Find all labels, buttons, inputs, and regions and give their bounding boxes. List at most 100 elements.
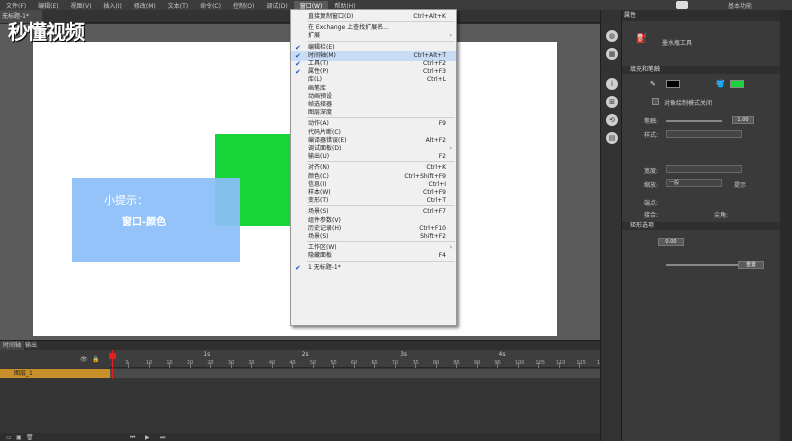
tip-title: 小提示： [104,194,148,207]
right-scroll-column[interactable] [780,10,792,441]
object-draw-icon[interactable] [652,98,659,105]
menu-separator [307,40,455,42]
delete-icon[interactable]: 🗑 [26,434,34,441]
layer-row[interactable]: 图层_1 [0,369,110,378]
scale-dropdown[interactable]: 一般 [666,179,722,187]
menu-item-4[interactable]: 修改(M) [128,1,162,10]
timeline-tabs: 时间轴 输出 [0,341,600,350]
tip-body: 窗口-颜色 [122,217,167,228]
lock-icon[interactable]: 🔒 [92,356,99,363]
ruler-second-label: 4s [498,351,506,358]
new-folder-icon[interactable]: ▣ [16,434,22,441]
ruler-frame-number: 35 [248,360,255,366]
playhead[interactable] [112,350,113,379]
menu-item-3[interactable]: 插入(I) [97,1,127,10]
menu-separator [307,117,455,119]
play-icon[interactable]: ▶ [145,434,150,441]
color-icon[interactable]: ◍ [606,30,618,42]
ruler-frame-number: 95 [494,360,501,366]
menu-separator [307,161,455,163]
tab-output[interactable]: 输出 [22,341,40,350]
menu-separator [307,241,455,243]
menu-item-8[interactable]: 调试(D) [260,1,293,10]
ruler-frame-number: 60 [350,360,358,366]
eye-icon[interactable]: 👁 [80,356,88,363]
corner-slider[interactable] [666,264,742,266]
timeline-layer-header: 👁 🔒 [0,350,110,368]
menu-item-0[interactable]: 文件(F) [0,1,32,10]
scale-label: 缩放: [644,182,659,189]
fill-color-swatch[interactable] [730,80,744,88]
properties-tabbar: 属性 [622,10,780,21]
timeline-ruler[interactable]: 5 10 15 20 25 30 35 40 45 50 55 60 65 70 75 80 85 90 95 100… [110,350,606,368]
ruler-frame-number: 30 [227,360,235,366]
history-icon[interactable]: ⟲ [606,114,618,126]
reset-button[interactable]: 重置 [738,261,764,269]
ruler-frame-number: 100 [514,360,525,366]
ruler-frame-number: 75 [412,360,419,366]
pencil-icon: ✎ [650,80,656,88]
properties-panel: 属性 ⛽ 墨水瓶工具 填充和笔触 ✎ 🪣 对象绘制模式关闭 笔触: 1.00 样… [622,10,780,441]
ruler-frame-number: 20 [186,360,194,366]
new-layer-icon[interactable]: ▭ [6,434,12,441]
fill-stroke-section-header[interactable]: 填充和笔触 [622,66,780,74]
ruler-frame-number: 55 [330,360,337,366]
style-label: 样式: [644,132,659,139]
menu-item-label: 1 无标题-1* [308,263,341,271]
hint-label[interactable]: 提示 [734,180,746,189]
stroke-value[interactable]: 1.00 [732,116,754,124]
ruler-frame-number: 80 [432,360,440,366]
watermark-logo: 秒懂视频 [8,20,85,44]
ruler-frame-number: 10 [145,360,153,366]
go-first-icon[interactable]: ⏮ [130,434,135,441]
ruler-frame-number: 45 [289,360,296,366]
menu-item-6[interactable]: 命令(C) [194,1,227,10]
panel-icon-column: ◍ ▦ i ⊞ ⟲ ▤ [600,10,622,441]
go-last-icon[interactable]: ⏭ [160,434,165,441]
app-window: 文件(F) 编辑(E) 视图(V) 插入(I) 修改(M) 文本(T) 命令(C) 控制(O)… [0,0,792,441]
menu-item-2[interactable]: 视图(V) [65,1,98,10]
layer-name: 图层_1 [14,370,33,377]
ruler-frame-number: 90 [473,360,481,366]
timeline-panel: 时间轴 输出 👁 🔒 5 10 15 20 25 30 35 40 45 50 55 60 65 70 75… [0,340,606,441]
ruler-frame-number: 70 [391,360,399,366]
bucket-icon: 🪣 [716,80,725,88]
menu-separator [307,205,455,207]
library-icon[interactable]: ▤ [606,132,618,144]
info-icon[interactable]: i [606,78,618,90]
ruler-second-label: 1s [203,351,211,358]
ruler-second-label: 3s [400,351,408,358]
width-dropdown[interactable] [666,165,742,173]
layer-frames[interactable] [110,369,600,378]
style-dropdown[interactable] [666,130,742,138]
ruler-second-label: 2s [301,351,309,358]
window-menu-item[interactable]: ✔ 1 无标题-1* [291,263,456,273]
stroke-slider[interactable] [666,120,722,122]
ruler-frame-number: 110 [555,360,566,366]
ruler-frame-number: 40 [268,360,276,366]
object-draw-label: 对象绘制模式关闭 [664,100,713,107]
menu-separator [307,21,455,23]
swatches-icon[interactable]: ▦ [606,48,618,60]
menu-item-1[interactable]: 编辑(E) [32,1,64,10]
menu-item-7[interactable]: 控制(O) [227,1,260,10]
rect-options-section-header[interactable]: 矩形选项 [622,222,780,230]
tab-timeline[interactable]: 时间轴 [0,341,25,350]
workspace-label[interactable]: 基本功能 [728,1,752,10]
corner-radius-value[interactable]: 0.00 [658,238,684,246]
ruler-frame-number: 25 [207,360,214,366]
tool-name: 墨水瓶工具 [662,40,693,47]
tab-properties[interactable]: 属性 [624,10,636,21]
stroke-color-swatch[interactable] [666,80,680,88]
join-label: 接合: [644,212,659,219]
ruler-frame-number: 105 [535,360,545,366]
ruler-frame-number: 85 [453,360,460,366]
window-menu-dropdown: 直接复制窗口(D) Ctrl+Alt+K 在 Exchange 上查找扩展名... 扩… [290,9,457,326]
ruler-frame-number: 15 [166,360,173,366]
ruler-frame-number: 65 [371,360,378,366]
transform-icon[interactable]: ⊞ [606,96,618,108]
menu-item-5[interactable]: 文本(T) [162,1,194,10]
miter-label: 尖角: [714,212,729,219]
workspace-switcher-icon[interactable] [676,1,688,9]
stroke-label: 笔触: [644,118,659,125]
